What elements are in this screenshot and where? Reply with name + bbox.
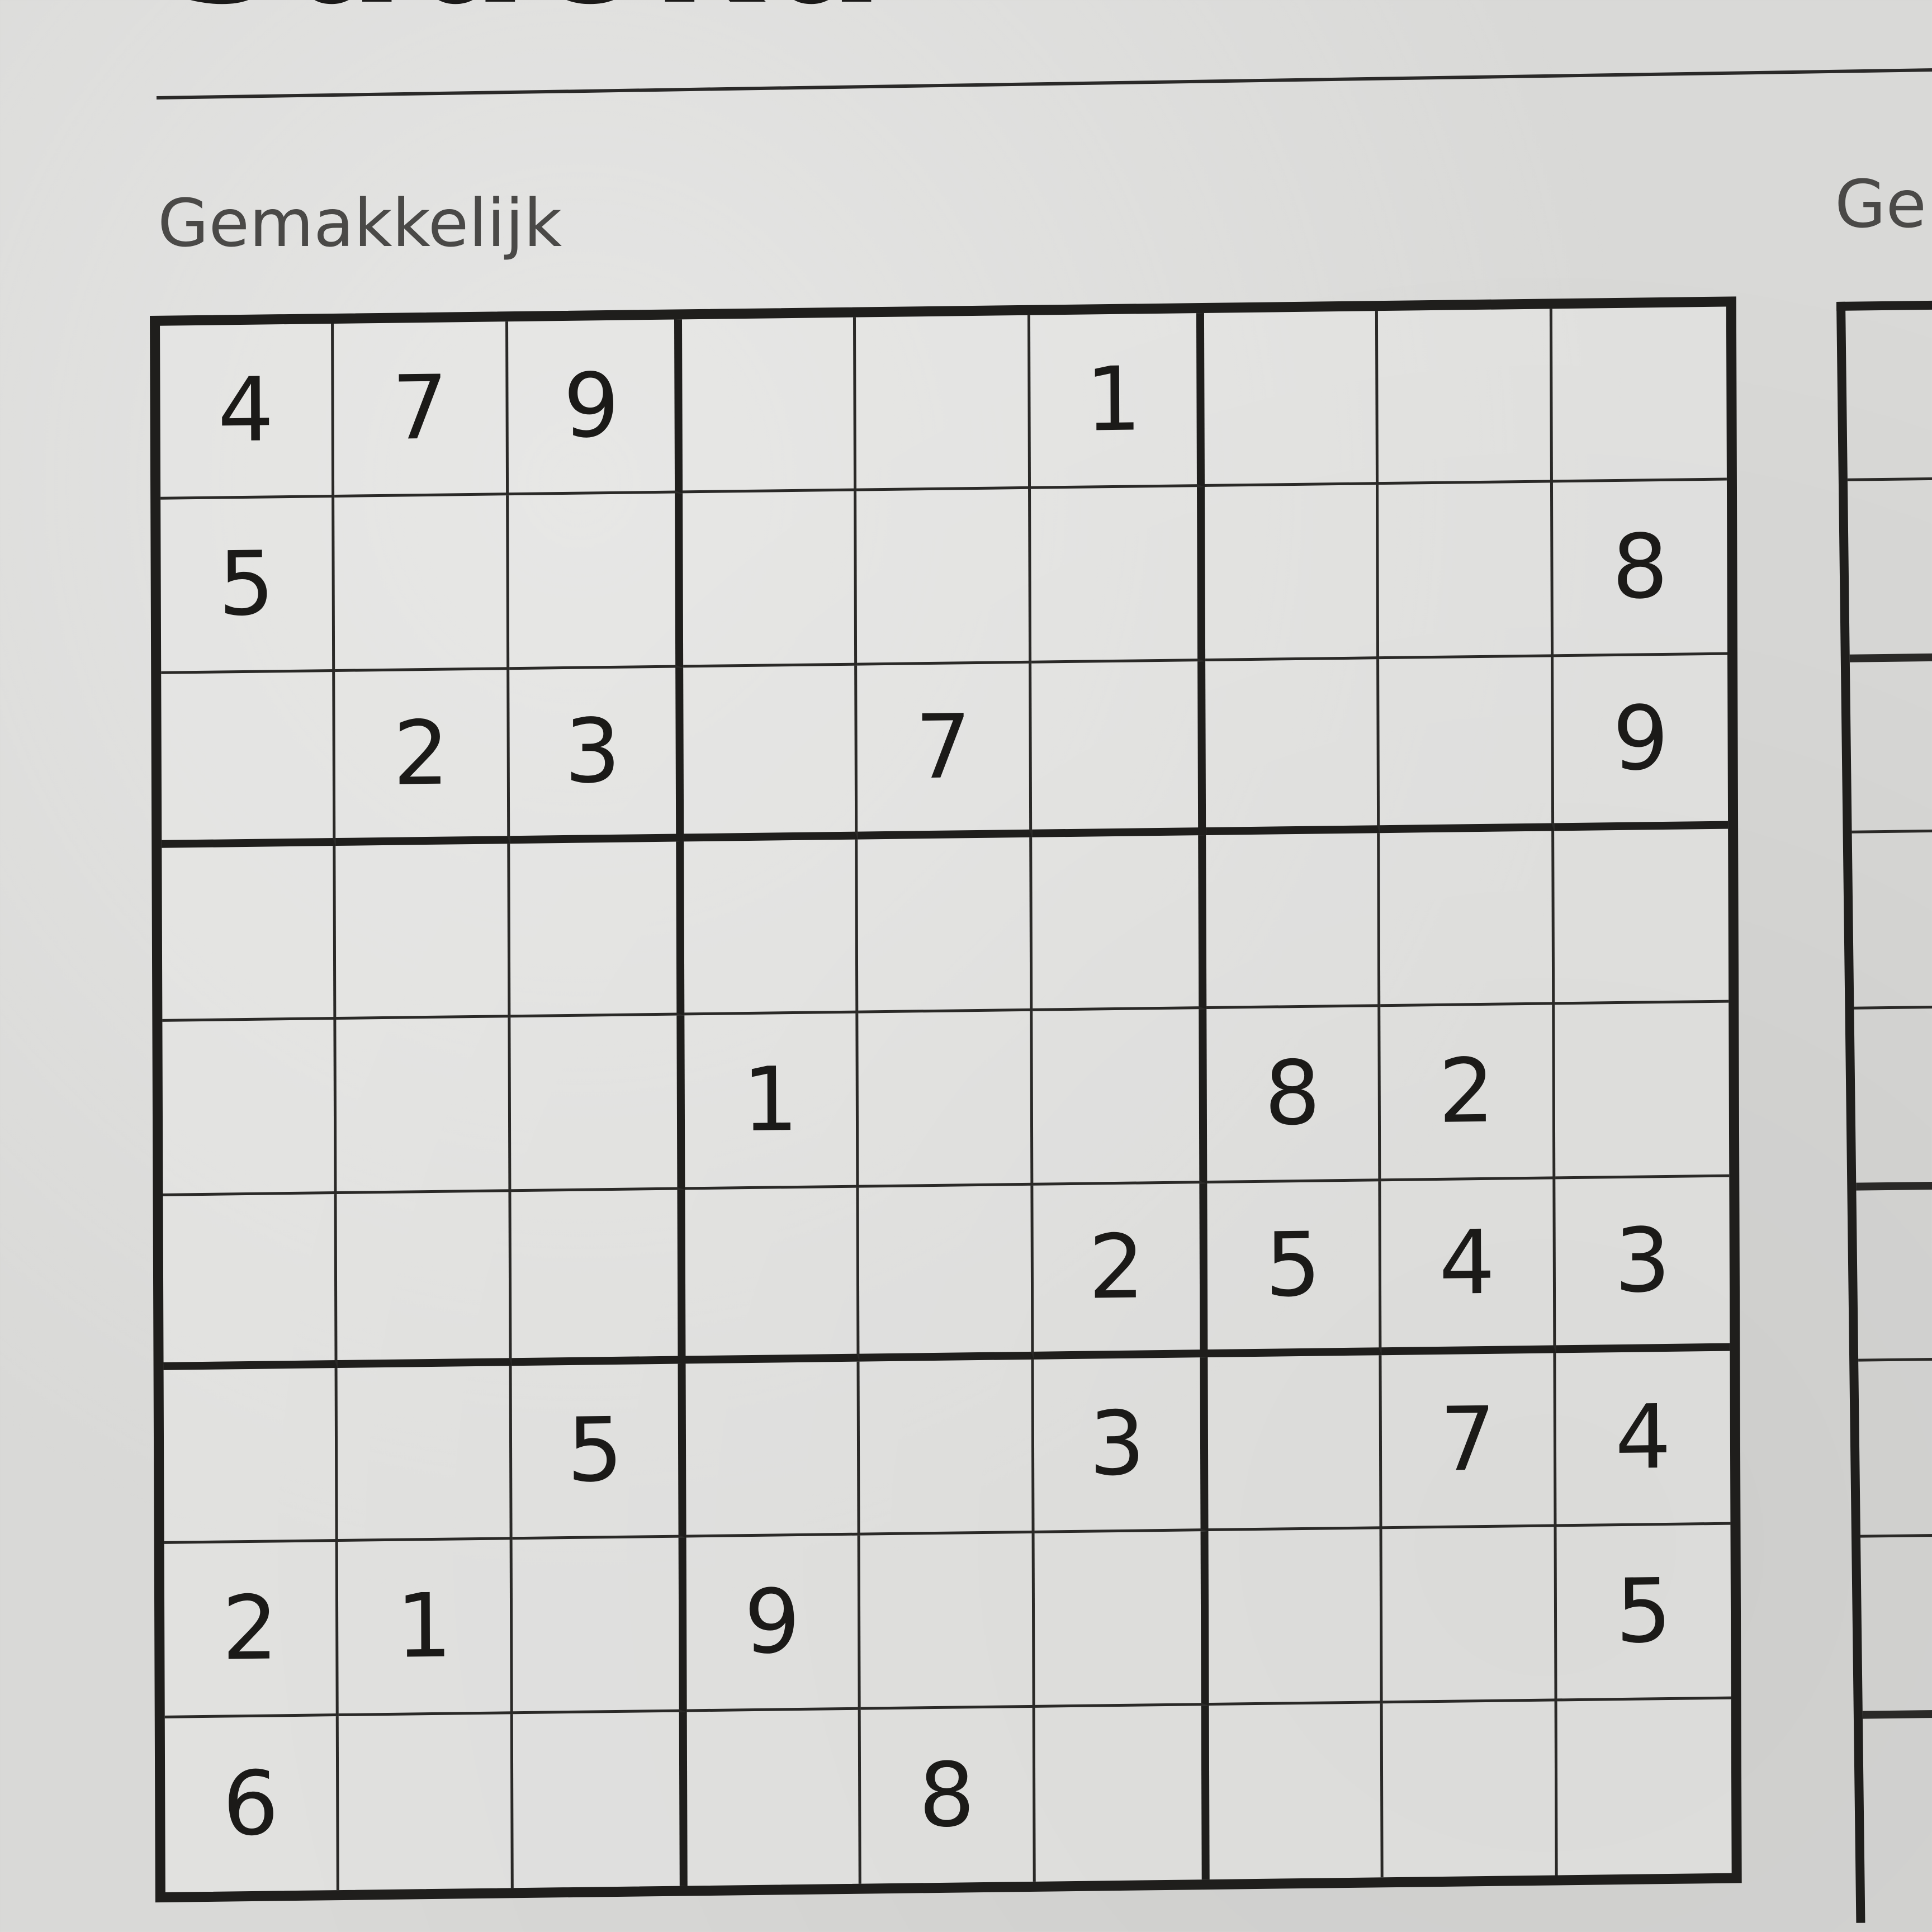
- sudoku-cell-r3c3: 3: [509, 667, 684, 844]
- sudoku-cell-r4c6: [1031, 835, 1207, 1012]
- sudoku-cell-r1c4: [681, 317, 857, 494]
- sudoku-cell-r5c4: 1: [684, 1013, 859, 1190]
- sudoku-cell-r7c9: 4: [1556, 1351, 1731, 1527]
- sudoku-cell-r9c3: [513, 1712, 688, 1888]
- sudoku-cell-r9c8: [1382, 1701, 1558, 1878]
- sudoku-cell-r7c8: 7: [1381, 1353, 1557, 1530]
- sudoku-cell-r5c8: 2: [1380, 1005, 1555, 1181]
- sudoku-cell-r9c1: 6: [164, 1716, 340, 1892]
- sudoku-cell-r4c4: [684, 839, 859, 1016]
- page-title: Sudoku: [162, 0, 889, 28]
- grid-line: [1849, 650, 1932, 662]
- sudoku-cell-r7c1: [163, 1368, 338, 1545]
- sudoku-cell-r8c2: 1: [338, 1540, 513, 1716]
- sudoku-cell-r3c4: [683, 665, 858, 842]
- sudoku-cell-r4c9: [1554, 828, 1729, 1005]
- sudoku-cell-r6c7: 5: [1207, 1181, 1382, 1358]
- next-sudoku-grid-partial: [1836, 297, 1932, 1923]
- sudoku-cell-r2c6: [1030, 487, 1206, 664]
- sudoku-cell-r2c2: [334, 495, 509, 672]
- sudoku-cell-r2c9: 8: [1552, 480, 1728, 657]
- sudoku-cell-r4c3: [509, 841, 685, 1018]
- sudoku-cell-r8c6: [1034, 1531, 1209, 1708]
- sudoku-cell-r5c9: [1554, 1002, 1730, 1180]
- sudoku-cell-r9c2: [339, 1713, 514, 1891]
- sudoku-cell-r6c6: 2: [1033, 1183, 1208, 1360]
- grid-line: [1854, 1002, 1932, 1010]
- sudoku-cell-r3c2: 2: [335, 669, 510, 846]
- sudoku-cell-r1c9: [1552, 306, 1727, 483]
- sudoku-cell-r1c2: 7: [334, 321, 509, 498]
- sudoku-cell-r6c3: [511, 1190, 686, 1366]
- difficulty-label-next-puzzle: Ge: [1835, 165, 1927, 243]
- sudoku-cell-r2c1: 5: [160, 498, 335, 674]
- sudoku-cell-r3c8: [1379, 657, 1554, 834]
- sudoku-cell-r9c7: [1209, 1703, 1384, 1880]
- grid-line: [1862, 1707, 1932, 1719]
- sudoku-cell-r4c7: [1206, 833, 1381, 1010]
- sudoku-cell-r6c8: 4: [1381, 1179, 1556, 1356]
- sudoku-cell-r1c1: 4: [160, 323, 335, 500]
- sudoku-cell-r4c8: [1380, 831, 1555, 1007]
- sudoku-cell-r7c4: [685, 1361, 860, 1538]
- sudoku-cell-r1c6: 1: [1030, 312, 1205, 490]
- sudoku-cell-r9c9: [1557, 1699, 1731, 1875]
- sudoku-cell-r9c6: [1035, 1705, 1210, 1882]
- sudoku-cell-r5c6: [1032, 1009, 1208, 1186]
- grid-line: [1852, 826, 1932, 834]
- sudoku-cell-r4c5: [858, 837, 1033, 1014]
- sudoku-cell-r7c7: [1208, 1355, 1382, 1532]
- sudoku-cell-r6c5: [859, 1185, 1034, 1362]
- grid-line: [1847, 474, 1932, 481]
- sudoku-cell-r8c8: [1382, 1527, 1557, 1703]
- sudoku-cell-r2c3: [508, 493, 684, 670]
- sudoku-cell-r1c5: [856, 315, 1031, 491]
- sudoku-cell-r9c5: 8: [860, 1707, 1036, 1884]
- sudoku-cell-r1c3: 9: [508, 319, 683, 496]
- sudoku-cell-r2c7: [1205, 485, 1380, 661]
- sudoku-cell-r3c6: [1031, 661, 1206, 837]
- sudoku-cell-r8c7: [1208, 1529, 1383, 1706]
- sudoku-cell-r2c4: [683, 491, 858, 668]
- sudoku-cell-r4c2: [335, 844, 511, 1020]
- sudoku-cell-r7c3: 5: [512, 1363, 686, 1540]
- sudoku-cell-r2c5: [856, 489, 1031, 666]
- sudoku-grid: 479158237918225435374219568: [150, 296, 1742, 1903]
- sudoku-cell-r8c4: 9: [686, 1535, 861, 1712]
- sudoku-cell-r3c1: [161, 671, 336, 848]
- sudoku-cell-r5c3: [510, 1015, 685, 1192]
- sudoku-cell-r3c7: [1205, 659, 1380, 835]
- header-divider: [156, 68, 1932, 100]
- grid-line: [1858, 1355, 1932, 1362]
- sudoku-cell-r6c2: [337, 1191, 512, 1368]
- sudoku-cell-r5c7: 8: [1206, 1007, 1381, 1183]
- sudoku-cell-r3c9: 9: [1553, 655, 1729, 831]
- sudoku-cell-r8c3: [512, 1537, 687, 1714]
- sudoku-cell-r2c8: [1379, 482, 1554, 659]
- sudoku-cell-r7c5: [859, 1359, 1035, 1536]
- grid-line: [1860, 1531, 1932, 1538]
- sudoku-cell-r5c1: [162, 1020, 337, 1196]
- sudoku-cell-r6c4: [685, 1187, 860, 1364]
- sudoku-cell-r7c6: 3: [1034, 1357, 1209, 1534]
- sudoku-cell-r1c7: [1204, 311, 1379, 487]
- sudoku-cell-r9c4: [686, 1710, 862, 1886]
- sudoku-cell-r6c9: 3: [1555, 1177, 1730, 1353]
- grid-line: [1856, 1178, 1932, 1191]
- sudoku-cell-r6c1: [163, 1194, 338, 1370]
- sudoku-cell-r8c1: 2: [164, 1542, 339, 1718]
- difficulty-label: Gemakkelijk: [158, 184, 562, 262]
- sudoku-cell-r8c5: [860, 1533, 1035, 1710]
- sudoku-cell-r1c8: [1378, 309, 1553, 485]
- sudoku-cell-r7c2: [337, 1366, 513, 1542]
- sudoku-cell-r3c5: 7: [857, 663, 1032, 840]
- sudoku-cell-r5c2: [336, 1017, 512, 1194]
- sudoku-cell-r4c1: [162, 846, 337, 1022]
- sudoku-cell-r5c5: [858, 1011, 1034, 1188]
- sudoku-cell-r8c9: 5: [1556, 1524, 1731, 1702]
